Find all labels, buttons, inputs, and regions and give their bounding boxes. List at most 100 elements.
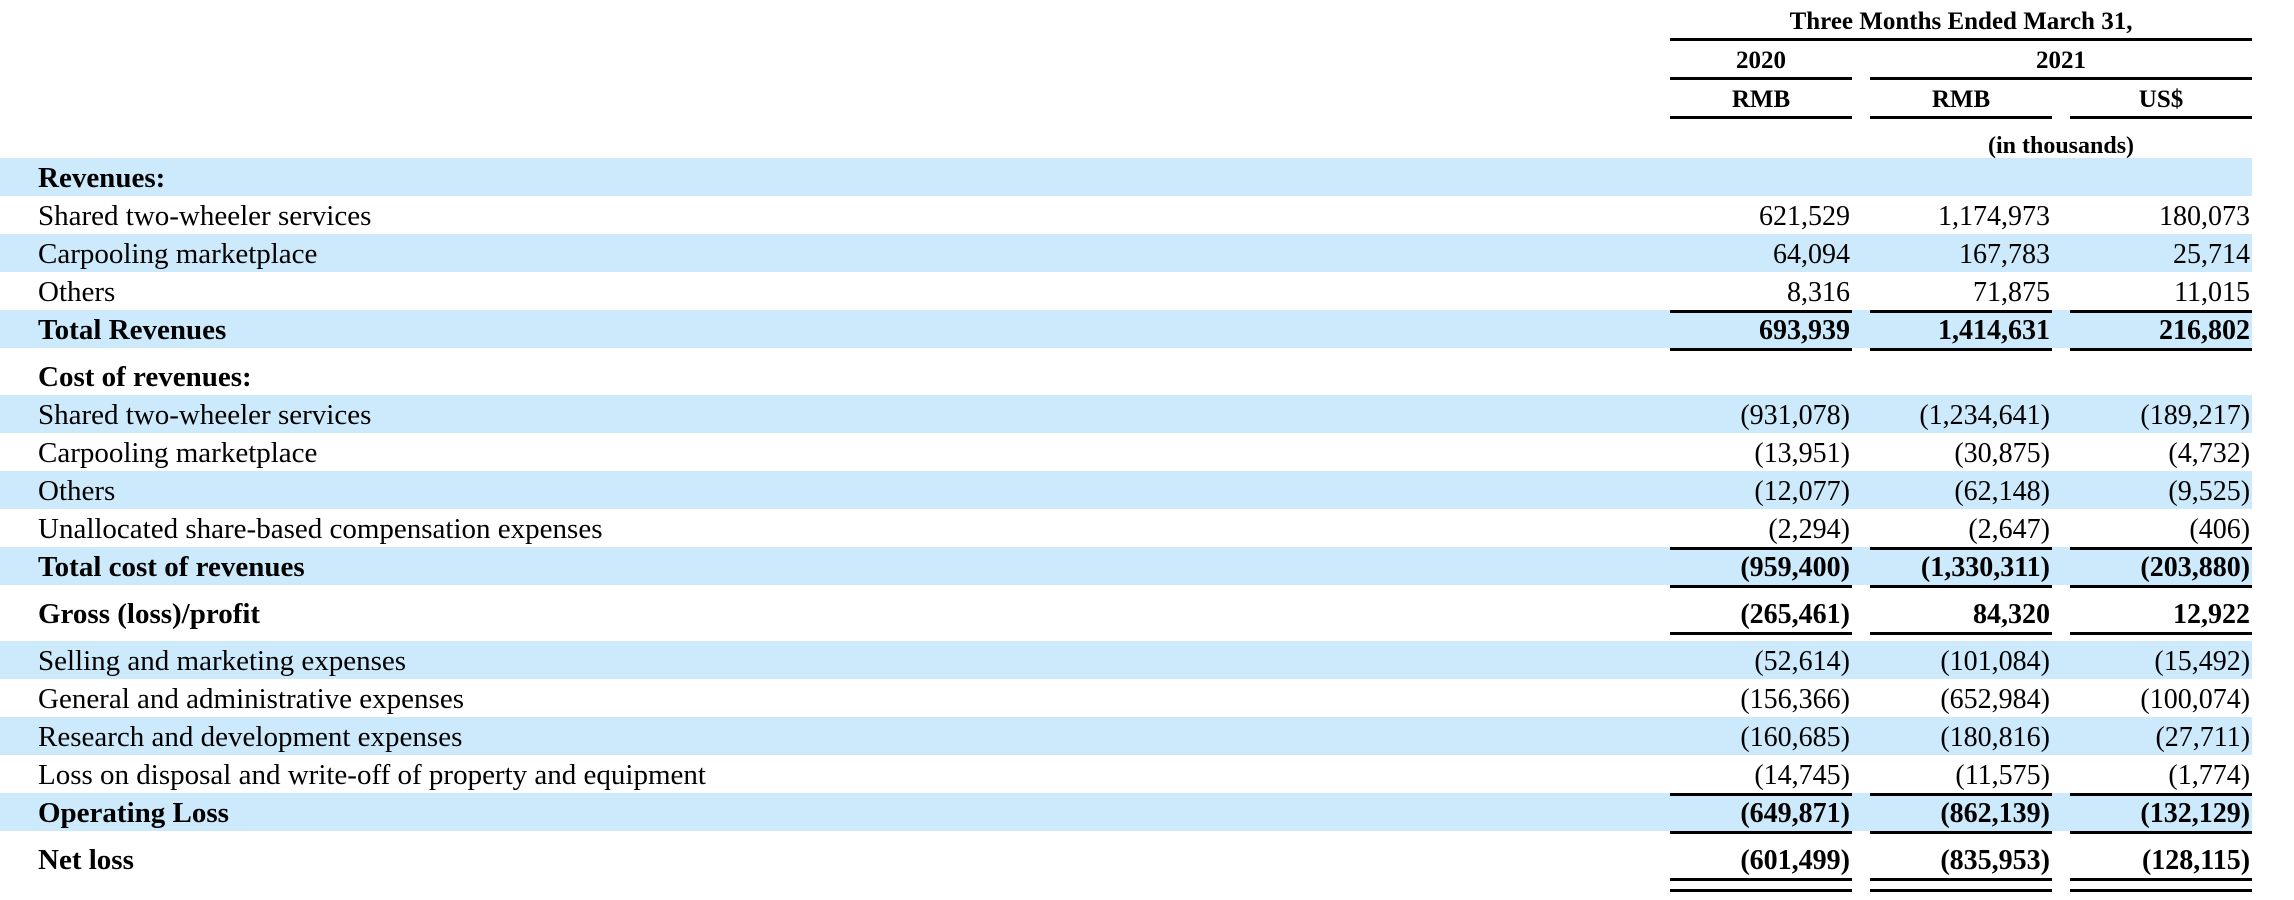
row-label: General and administrative expenses — [38, 683, 464, 715]
row-gap — [2052, 547, 2070, 585]
header-row-period: Three Months Ended March 31, — [0, 0, 2294, 41]
row-gap — [1852, 310, 1870, 348]
row-label: Carpooling marketplace — [0, 234, 1670, 272]
table-row: Shared two-wheeler services (931,078) (1… — [0, 395, 2294, 433]
table-row-total: Total Revenues 693,939 1,414,631 216,802 — [0, 310, 2294, 348]
header-row-years: 2020 2021 — [0, 39, 2294, 80]
table-row: Shared two-wheeler services 621,529 1,17… — [0, 196, 2294, 234]
row-tail — [2252, 755, 2294, 793]
header-blank-label-4 — [0, 118, 1670, 159]
ruler-2021-usd — [2070, 348, 2252, 357]
row-gap — [2052, 234, 2070, 272]
row-tail — [2252, 471, 2294, 509]
operating-loss-underline — [0, 831, 2294, 840]
ruler-label-pad — [0, 632, 1670, 641]
row-gap — [1852, 755, 1870, 793]
row-tail — [2252, 594, 2294, 632]
row-value-2021-usd: (203,880) — [2070, 547, 2253, 585]
ruler-2020-rmb — [1670, 348, 1852, 357]
row-value-2021-usd: (27,711) — [2070, 717, 2253, 755]
row-tail — [2252, 641, 2294, 679]
ruler-tail — [2252, 632, 2294, 641]
row-tail — [2252, 158, 2294, 196]
row-gap — [1852, 509, 1870, 547]
table-row: Carpooling marketplace (13,951) (30,875)… — [0, 433, 2294, 471]
ruler-2020-rmb — [1670, 585, 1852, 594]
table-row: Cost of revenues: — [0, 357, 2294, 395]
row-label: Operating Loss — [0, 793, 1670, 831]
header-year-2021: 2021 — [1870, 39, 2253, 80]
row-value-2021-usd: 25,714 — [2070, 234, 2253, 272]
row-value-2021-usd: 180,073 — [2159, 201, 2251, 232]
ruler-2021-rmb — [1870, 632, 2052, 641]
row-value-2020-rmb — [1670, 357, 1852, 395]
row-tail — [2252, 547, 2294, 585]
row-gap — [1852, 196, 1870, 234]
row-gap — [2052, 395, 2070, 433]
row-value-2021-rmb: (62,148) — [1870, 471, 2052, 509]
row-gap — [2052, 840, 2070, 878]
row-value-2021-rmb: 71,875 — [1973, 277, 2050, 308]
row-value-2020-rmb: (959,400) — [1670, 547, 1852, 585]
row-value-2021-usd: 12,922 — [2173, 599, 2251, 630]
table-row: Loss on disposal and write-off of proper… — [0, 755, 2294, 793]
row-value-2021-usd: (189,217) — [2070, 395, 2253, 433]
table-row-total: Net loss (601,499) (835,953) (128,115) — [0, 840, 2294, 878]
row-gap — [2052, 357, 2070, 395]
header-year-2020: 2020 — [1670, 39, 1852, 80]
row-value-2021-usd: (1,774) — [2168, 760, 2251, 791]
row-label: Revenues: — [0, 158, 1670, 196]
ruler-gap — [1852, 831, 1870, 840]
row-value-2020-rmb: (156,366) — [1740, 684, 1850, 715]
header-gap-4 — [1852, 118, 1870, 159]
row-gap — [1852, 793, 1870, 831]
row-label: Total cost of revenues — [0, 547, 1670, 585]
row-value-2021-rmb: (180,816) — [1870, 717, 2052, 755]
row-label: Loss on disposal and write-off of proper… — [38, 759, 706, 791]
ruler-gap — [2052, 831, 2070, 840]
ruler-tail — [2252, 831, 2294, 840]
row-value-2021-rmb: (652,984) — [1940, 684, 2050, 715]
row-value-2021-usd: (406) — [2189, 514, 2251, 545]
row-gap — [1852, 594, 1870, 632]
header-tail-3 — [2252, 79, 2294, 118]
ruler-label-pad — [0, 348, 1670, 357]
ruler-2021-rmb — [1870, 348, 2052, 357]
row-value-2020-rmb: (265,461) — [1740, 599, 1850, 630]
row-gap — [2052, 679, 2070, 717]
table-row: Unallocated share-based compensation exp… — [0, 509, 2294, 547]
row-tail — [2252, 310, 2294, 348]
header-units-note: (in thousands) — [1987, 133, 2135, 159]
row-value-2021-rmb — [1870, 357, 2052, 395]
row-value-2021-rmb: (835,953) — [1940, 845, 2050, 876]
table-body: Revenues: Shared two-wheeler services 62… — [0, 158, 2294, 892]
ruler-label-pad — [0, 585, 1670, 594]
row-value-2020-rmb: (931,078) — [1670, 395, 1852, 433]
header-period-title: Three Months Ended March 31, — [1670, 0, 2253, 41]
row-gap — [2052, 793, 2070, 831]
net-loss-double-underline — [0, 878, 2294, 892]
row-value-2021-usd: (15,492) — [2070, 641, 2253, 679]
header-gap-1 — [1852, 40, 1870, 79]
row-value-2020-rmb: (649,871) — [1670, 793, 1852, 831]
ruler-gap — [1852, 632, 1870, 641]
header-tail-4 — [2252, 118, 2294, 159]
header-units-spacer — [1670, 118, 1852, 159]
row-gap — [1852, 471, 1870, 509]
row-gap — [1852, 158, 1870, 196]
row-value-2020-rmb: (2,294) — [1768, 514, 1850, 545]
ruler-gap — [2052, 585, 2070, 594]
ruler-2021-usd — [2070, 878, 2252, 892]
gross-profit-underline — [0, 632, 2294, 641]
row-label: Shared two-wheeler services — [38, 200, 372, 232]
row-value-2020-rmb: 693,939 — [1670, 310, 1852, 348]
row-value-2021-usd: (4,732) — [2168, 438, 2251, 469]
row-gap — [2052, 641, 2070, 679]
ruler-2021-rmb — [1870, 585, 2052, 594]
ruler-tail — [2252, 878, 2294, 892]
row-gap — [2052, 272, 2070, 310]
header-tail — [2252, 0, 2294, 40]
header-currency-2021-usd: US$ — [2070, 78, 2253, 119]
row-tail — [2252, 234, 2294, 272]
row-tail — [2252, 433, 2294, 471]
